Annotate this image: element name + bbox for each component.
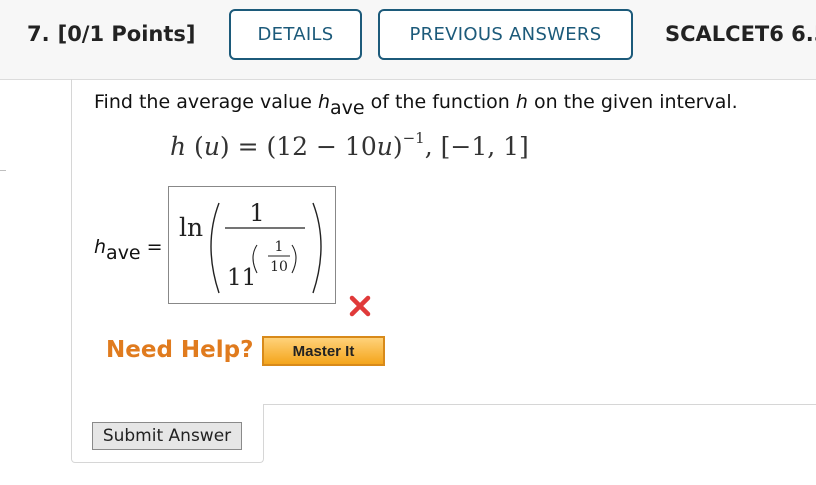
exp-right-paren (291, 244, 297, 274)
ln-text: ln (179, 213, 203, 242)
submit-answer-button[interactable]: Submit Answer (92, 422, 242, 450)
course-code: SCALCET6 6.5 (665, 22, 816, 46)
previous-answers-button[interactable]: PREVIOUS ANSWERS (378, 9, 633, 60)
numerator: 1 (249, 199, 264, 227)
left-paren (210, 202, 220, 294)
base: 11 (227, 265, 256, 291)
question-prompt: Find the average value have of the funct… (94, 91, 738, 119)
divider (263, 404, 816, 405)
exp-numerator: 1 (275, 239, 284, 255)
answer-input[interactable]: ln 1 11 1 10 (168, 186, 336, 304)
right-paren (312, 202, 322, 294)
points-status: [0/1 Points] (57, 22, 196, 46)
need-help-label: Need Help? (106, 337, 254, 363)
function-formula: h (u) = (12 − 10u)−1, [−1, 1] (170, 129, 529, 162)
exp-denominator: 10 (270, 259, 288, 275)
answer-label: have = (94, 236, 163, 264)
details-button[interactable]: DETAILS (229, 9, 362, 60)
math-entry: ln 1 11 1 10 (179, 199, 322, 294)
divider (0, 170, 6, 171)
question-number: 7. [0/1 Points] (27, 22, 196, 46)
master-it-button[interactable]: Master It (262, 336, 385, 366)
question-header: 7. [0/1 Points] DETAILS PREVIOUS ANSWERS … (0, 0, 816, 80)
red-x-icon (347, 293, 373, 319)
